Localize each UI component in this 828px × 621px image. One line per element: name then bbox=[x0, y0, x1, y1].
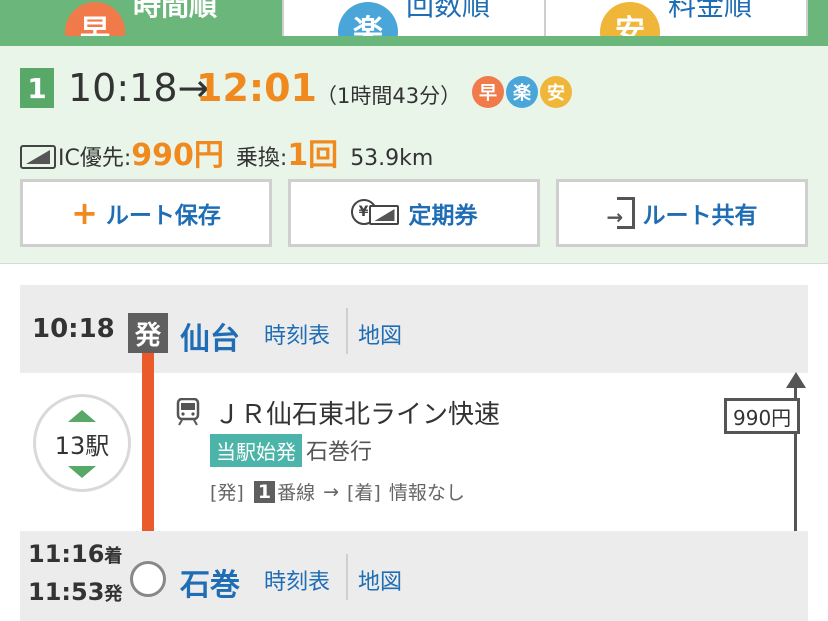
station-node bbox=[130, 561, 166, 597]
segment-fare: 990円 bbox=[724, 398, 801, 434]
distance: 53.9km bbox=[350, 146, 434, 171]
tab-label: 料金順 bbox=[667, 0, 752, 22]
route-number: 1 bbox=[20, 68, 54, 108]
cheap-icon: 安 bbox=[540, 76, 572, 108]
commuter-pass-label: 定期券 bbox=[408, 203, 478, 229]
ic-label: IC優先: bbox=[58, 146, 132, 171]
tab-time-order[interactable]: 早 時間順 bbox=[0, 0, 284, 36]
platform-number: 1 bbox=[253, 480, 276, 503]
total-fare: 990円 bbox=[131, 138, 224, 173]
share-route-button[interactable]: → ルート共有 bbox=[556, 179, 808, 247]
arrival-time: 12:01 bbox=[196, 66, 317, 110]
plus-icon: + bbox=[71, 194, 98, 232]
origin-map-link[interactable]: 地図 bbox=[358, 318, 402, 350]
share-route-label: ルート共有 bbox=[642, 203, 758, 229]
tab-transfer-order[interactable]: 楽 回数順 bbox=[284, 0, 546, 36]
save-route-button[interactable]: + ルート保存 bbox=[20, 179, 272, 247]
transfer-label: 乗換: bbox=[235, 146, 288, 171]
origin-start-badge: 当駅始発 bbox=[210, 434, 302, 467]
train-icon bbox=[176, 398, 200, 426]
departure-time: 10:18→ bbox=[68, 66, 210, 110]
platform-info: [発] 1 番線 → [着] 情報なし bbox=[210, 478, 465, 505]
transfer-count: 1回 bbox=[287, 138, 339, 173]
arrival-platform-info: 情報なし bbox=[388, 482, 465, 504]
sort-tabs: 早 時間順 楽 回数順 安 料金順 bbox=[0, 0, 828, 46]
tab-fare-order[interactable]: 安 料金順 bbox=[546, 0, 808, 36]
platform-suffix: 番線 bbox=[277, 482, 316, 504]
expand-up-icon bbox=[68, 410, 96, 422]
transfer-station-name[interactable]: 石巻 bbox=[180, 560, 240, 604]
arrival-bracket: [着] bbox=[347, 482, 381, 504]
origin-station-name[interactable]: 仙台 bbox=[180, 314, 240, 358]
divider bbox=[346, 554, 348, 600]
fast-icon: 早 bbox=[472, 76, 504, 108]
save-route-label: ルート保存 bbox=[105, 203, 221, 229]
origin-departure-time: 10:18 bbox=[32, 314, 115, 344]
tab-label: 回数順 bbox=[405, 0, 490, 22]
divider bbox=[346, 308, 348, 354]
transfer-arrival-time: 11:16着 bbox=[28, 540, 123, 568]
train-name: ＪＲ仙石東北ライン快速 bbox=[214, 400, 501, 430]
arrow: → bbox=[323, 480, 339, 503]
fast-icon: 早 bbox=[64, 2, 125, 36]
stop-count: 13駅 bbox=[54, 431, 110, 460]
departure-bracket: [発] bbox=[210, 482, 244, 504]
tab-label: 時間順 bbox=[132, 0, 217, 22]
commuter-pass-button[interactable]: ¥ 定期券 bbox=[288, 179, 540, 247]
cheap-icon: 安 bbox=[599, 2, 660, 36]
fare-row: IC優先: 990円 乗換: 1回 53.9km bbox=[20, 130, 433, 174]
transfer-departure-time: 11:53発 bbox=[28, 578, 123, 606]
origin-timetable-link[interactable]: 時刻表 bbox=[264, 318, 330, 350]
share-icon: → bbox=[607, 197, 635, 229]
train-destination: 石巻行 bbox=[306, 440, 373, 465]
easy-icon: 楽 bbox=[337, 2, 398, 36]
departure-badge: 発 bbox=[128, 313, 168, 353]
ic-card-icon bbox=[20, 145, 56, 169]
route-badges: 早 楽 安 bbox=[472, 76, 572, 108]
duration: （1時間43分） bbox=[316, 84, 462, 108]
commuter-pass-icon: ¥ bbox=[350, 199, 401, 227]
route-summary: 1 10:18→ 12:01 （1時間43分） 早 楽 安 IC優先: 990円… bbox=[0, 46, 828, 264]
easy-icon: 楽 bbox=[506, 76, 538, 108]
expand-down-icon bbox=[68, 466, 96, 478]
transfer-map-link[interactable]: 地図 bbox=[358, 564, 402, 596]
transfer-timetable-link[interactable]: 時刻表 bbox=[264, 564, 330, 596]
